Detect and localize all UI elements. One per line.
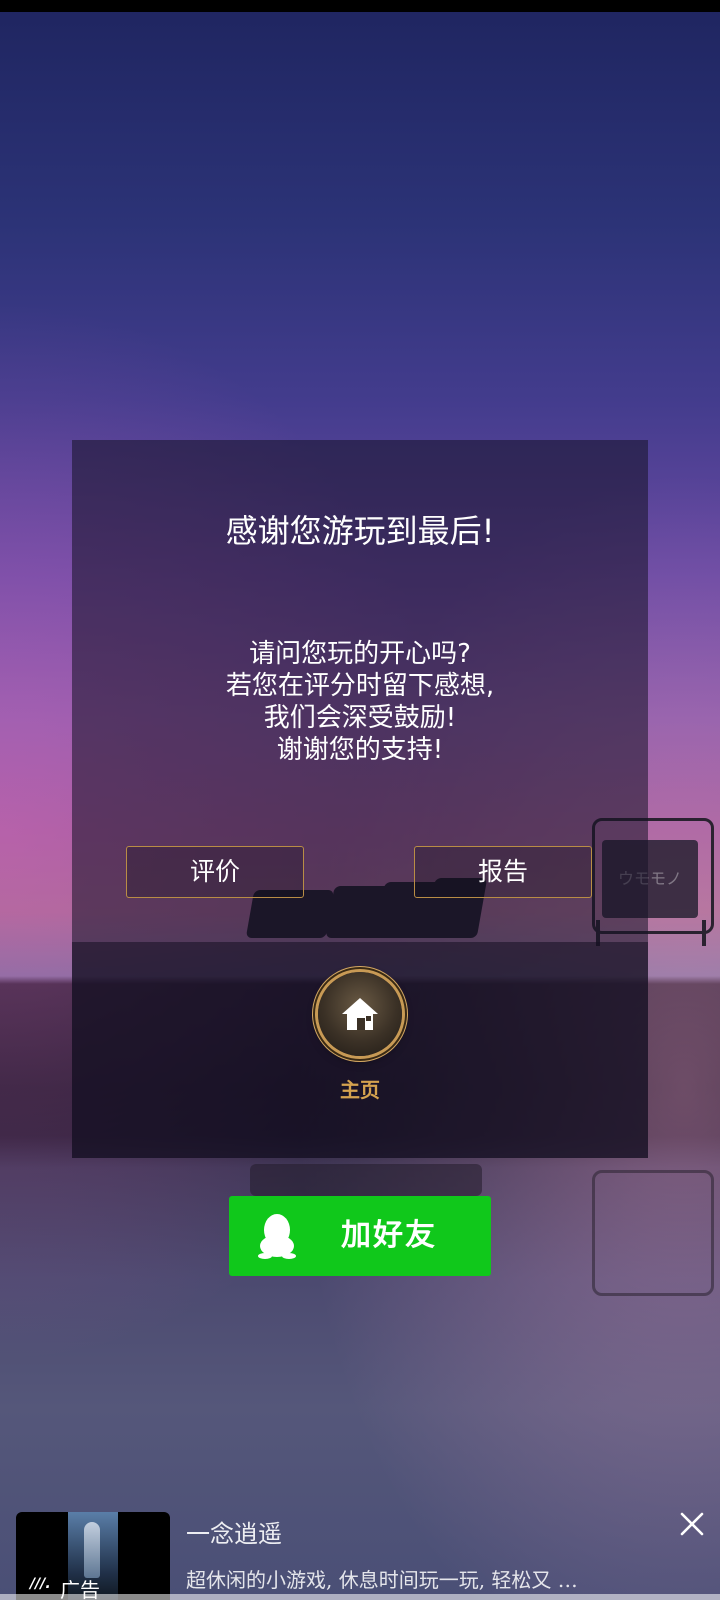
- rate-button[interactable]: 评价: [126, 846, 304, 898]
- home-icon: [342, 998, 378, 1030]
- status-bar: [0, 0, 720, 12]
- add-friend-label: 加好友: [341, 1218, 437, 1253]
- add-friend-button[interactable]: 加好友: [229, 1196, 491, 1276]
- ad-network-logo-icon: ///.: [30, 1576, 51, 1592]
- report-button[interactable]: 报告: [414, 846, 592, 898]
- bottom-bar: [0, 1594, 720, 1600]
- end-dialog: 感谢您游玩到最后! 请问您玩的开心吗? 若您在评分时留下感想, 我们会深受鼓励!…: [72, 440, 648, 1158]
- bench-reflection: [250, 1164, 482, 1196]
- message-line: 我们会深受鼓励!: [263, 703, 457, 733]
- home-button[interactable]: [318, 972, 402, 1056]
- message-line: 谢谢您的支持!: [276, 735, 444, 765]
- sign-reflection: [592, 1170, 714, 1296]
- dialog-title: 感谢您游玩到最后!: [225, 512, 495, 550]
- message-line: 请问您玩的开心吗?: [249, 639, 471, 669]
- ad-thumbnail[interactable]: ///. 广告: [16, 1512, 170, 1600]
- message-line: 若您在评分时留下感想,: [225, 671, 495, 701]
- ad-character-image: [84, 1522, 100, 1578]
- close-icon[interactable]: [678, 1510, 706, 1538]
- ad-title[interactable]: 一念逍遥: [186, 1514, 282, 1549]
- dialog-message: 请问您玩的开心吗? 若您在评分时留下感想, 我们会深受鼓励! 谢谢您的支持!: [72, 638, 648, 766]
- sign-leg: [702, 920, 706, 946]
- ad-description[interactable]: 超休闲的小游戏, 休息时间玩一玩, 轻松又 …: [186, 1564, 662, 1593]
- qq-penguin-icon: [258, 1214, 296, 1259]
- home-label: 主页: [340, 1078, 380, 1102]
